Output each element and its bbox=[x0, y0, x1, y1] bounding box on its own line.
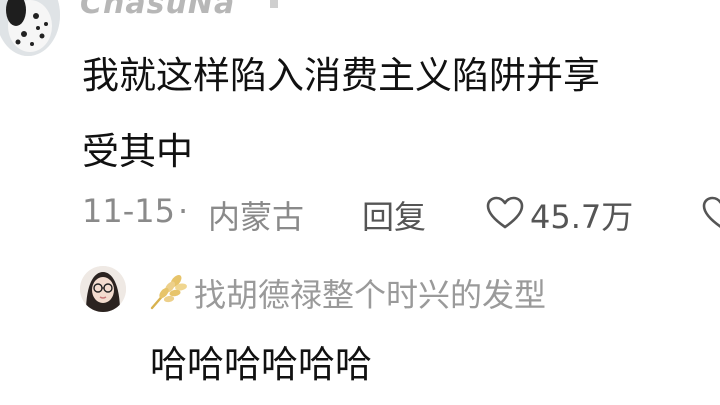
comment-date: 11-15 bbox=[82, 192, 175, 230]
heart-outline-icon[interactable] bbox=[486, 196, 524, 230]
heart-outline-icon-partial[interactable] bbox=[702, 196, 720, 230]
comment-text-line-2: 受其中 bbox=[82, 130, 193, 173]
comment-text-line-1: 我就这样陷入消费主义陷阱并享 bbox=[82, 54, 600, 97]
reply-username: 找胡德禄整个时兴的发型 bbox=[194, 276, 547, 314]
comment-location: 内蒙古 bbox=[208, 198, 305, 236]
comment-text: 我就这样陷入消费主义陷阱并享 受其中 bbox=[82, 38, 720, 190]
wheat-badge-icon bbox=[150, 275, 187, 310]
like-count: 45.7万 bbox=[530, 198, 634, 236]
reply-text: 哈哈哈哈哈哈 bbox=[150, 343, 372, 386]
commenter-avatar[interactable] bbox=[0, 0, 60, 56]
username-badge-icon bbox=[270, 0, 278, 8]
commenter-username[interactable]: ChasuNa bbox=[80, 0, 235, 21]
reply-button[interactable]: 回复 bbox=[362, 192, 426, 238]
reply-avatar[interactable] bbox=[80, 266, 126, 312]
meta-separator: · bbox=[178, 192, 189, 230]
dalmatian-avatar-image bbox=[0, 0, 60, 56]
reply-avatar-image bbox=[80, 266, 126, 312]
